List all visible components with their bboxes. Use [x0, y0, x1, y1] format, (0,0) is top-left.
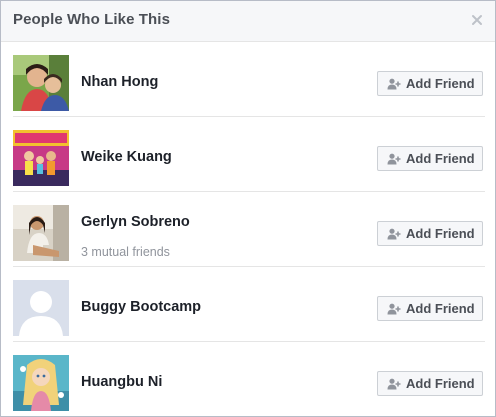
list-item: Gerlyn Sobreno 3 mutual friends Add Frie…	[1, 192, 495, 267]
list-item: Nhan Hong Add Friend	[1, 42, 495, 117]
add-friend-label: Add Friend	[406, 151, 475, 166]
list-item: Buggy Bootcamp Add Friend	[1, 267, 495, 342]
avatar[interactable]	[13, 130, 69, 186]
dialog-header: People Who Like This	[1, 1, 495, 42]
add-friend-button[interactable]: Add Friend	[377, 146, 483, 171]
list-item: Weike Kuang Add Friend	[1, 117, 495, 192]
add-friend-icon	[387, 303, 401, 315]
person-name[interactable]: Weike Kuang	[81, 149, 172, 165]
person-name[interactable]: Gerlyn Sobreno	[81, 214, 190, 230]
avatar[interactable]	[13, 205, 69, 261]
add-friend-label: Add Friend	[406, 226, 475, 241]
dialog-title: People Who Like This	[13, 11, 171, 28]
person-name[interactable]: Buggy Bootcamp	[81, 299, 201, 315]
mutual-friends[interactable]: 3 mutual friends	[81, 245, 170, 259]
add-friend-icon	[387, 78, 401, 90]
avatar[interactable]	[13, 55, 69, 111]
add-friend-button[interactable]: Add Friend	[377, 371, 483, 396]
add-friend-icon	[387, 153, 401, 165]
add-friend-button[interactable]: Add Friend	[377, 71, 483, 96]
add-friend-label: Add Friend	[406, 376, 475, 391]
add-friend-icon	[387, 228, 401, 240]
close-icon[interactable]	[469, 12, 485, 28]
add-friend-label: Add Friend	[406, 76, 475, 91]
add-friend-button[interactable]: Add Friend	[377, 296, 483, 321]
person-name[interactable]: Nhan Hong	[81, 74, 158, 90]
avatar[interactable]	[13, 355, 69, 411]
likes-dialog: People Who Like This Nhan Hong Add Frien…	[0, 0, 496, 417]
default-avatar-icon[interactable]	[13, 280, 69, 336]
person-name[interactable]: Huangbu Ni	[81, 374, 162, 390]
list-item: Huangbu Ni Add Friend	[1, 342, 495, 416]
add-friend-label: Add Friend	[406, 301, 475, 316]
add-friend-button[interactable]: Add Friend	[377, 221, 483, 246]
add-friend-icon	[387, 378, 401, 390]
